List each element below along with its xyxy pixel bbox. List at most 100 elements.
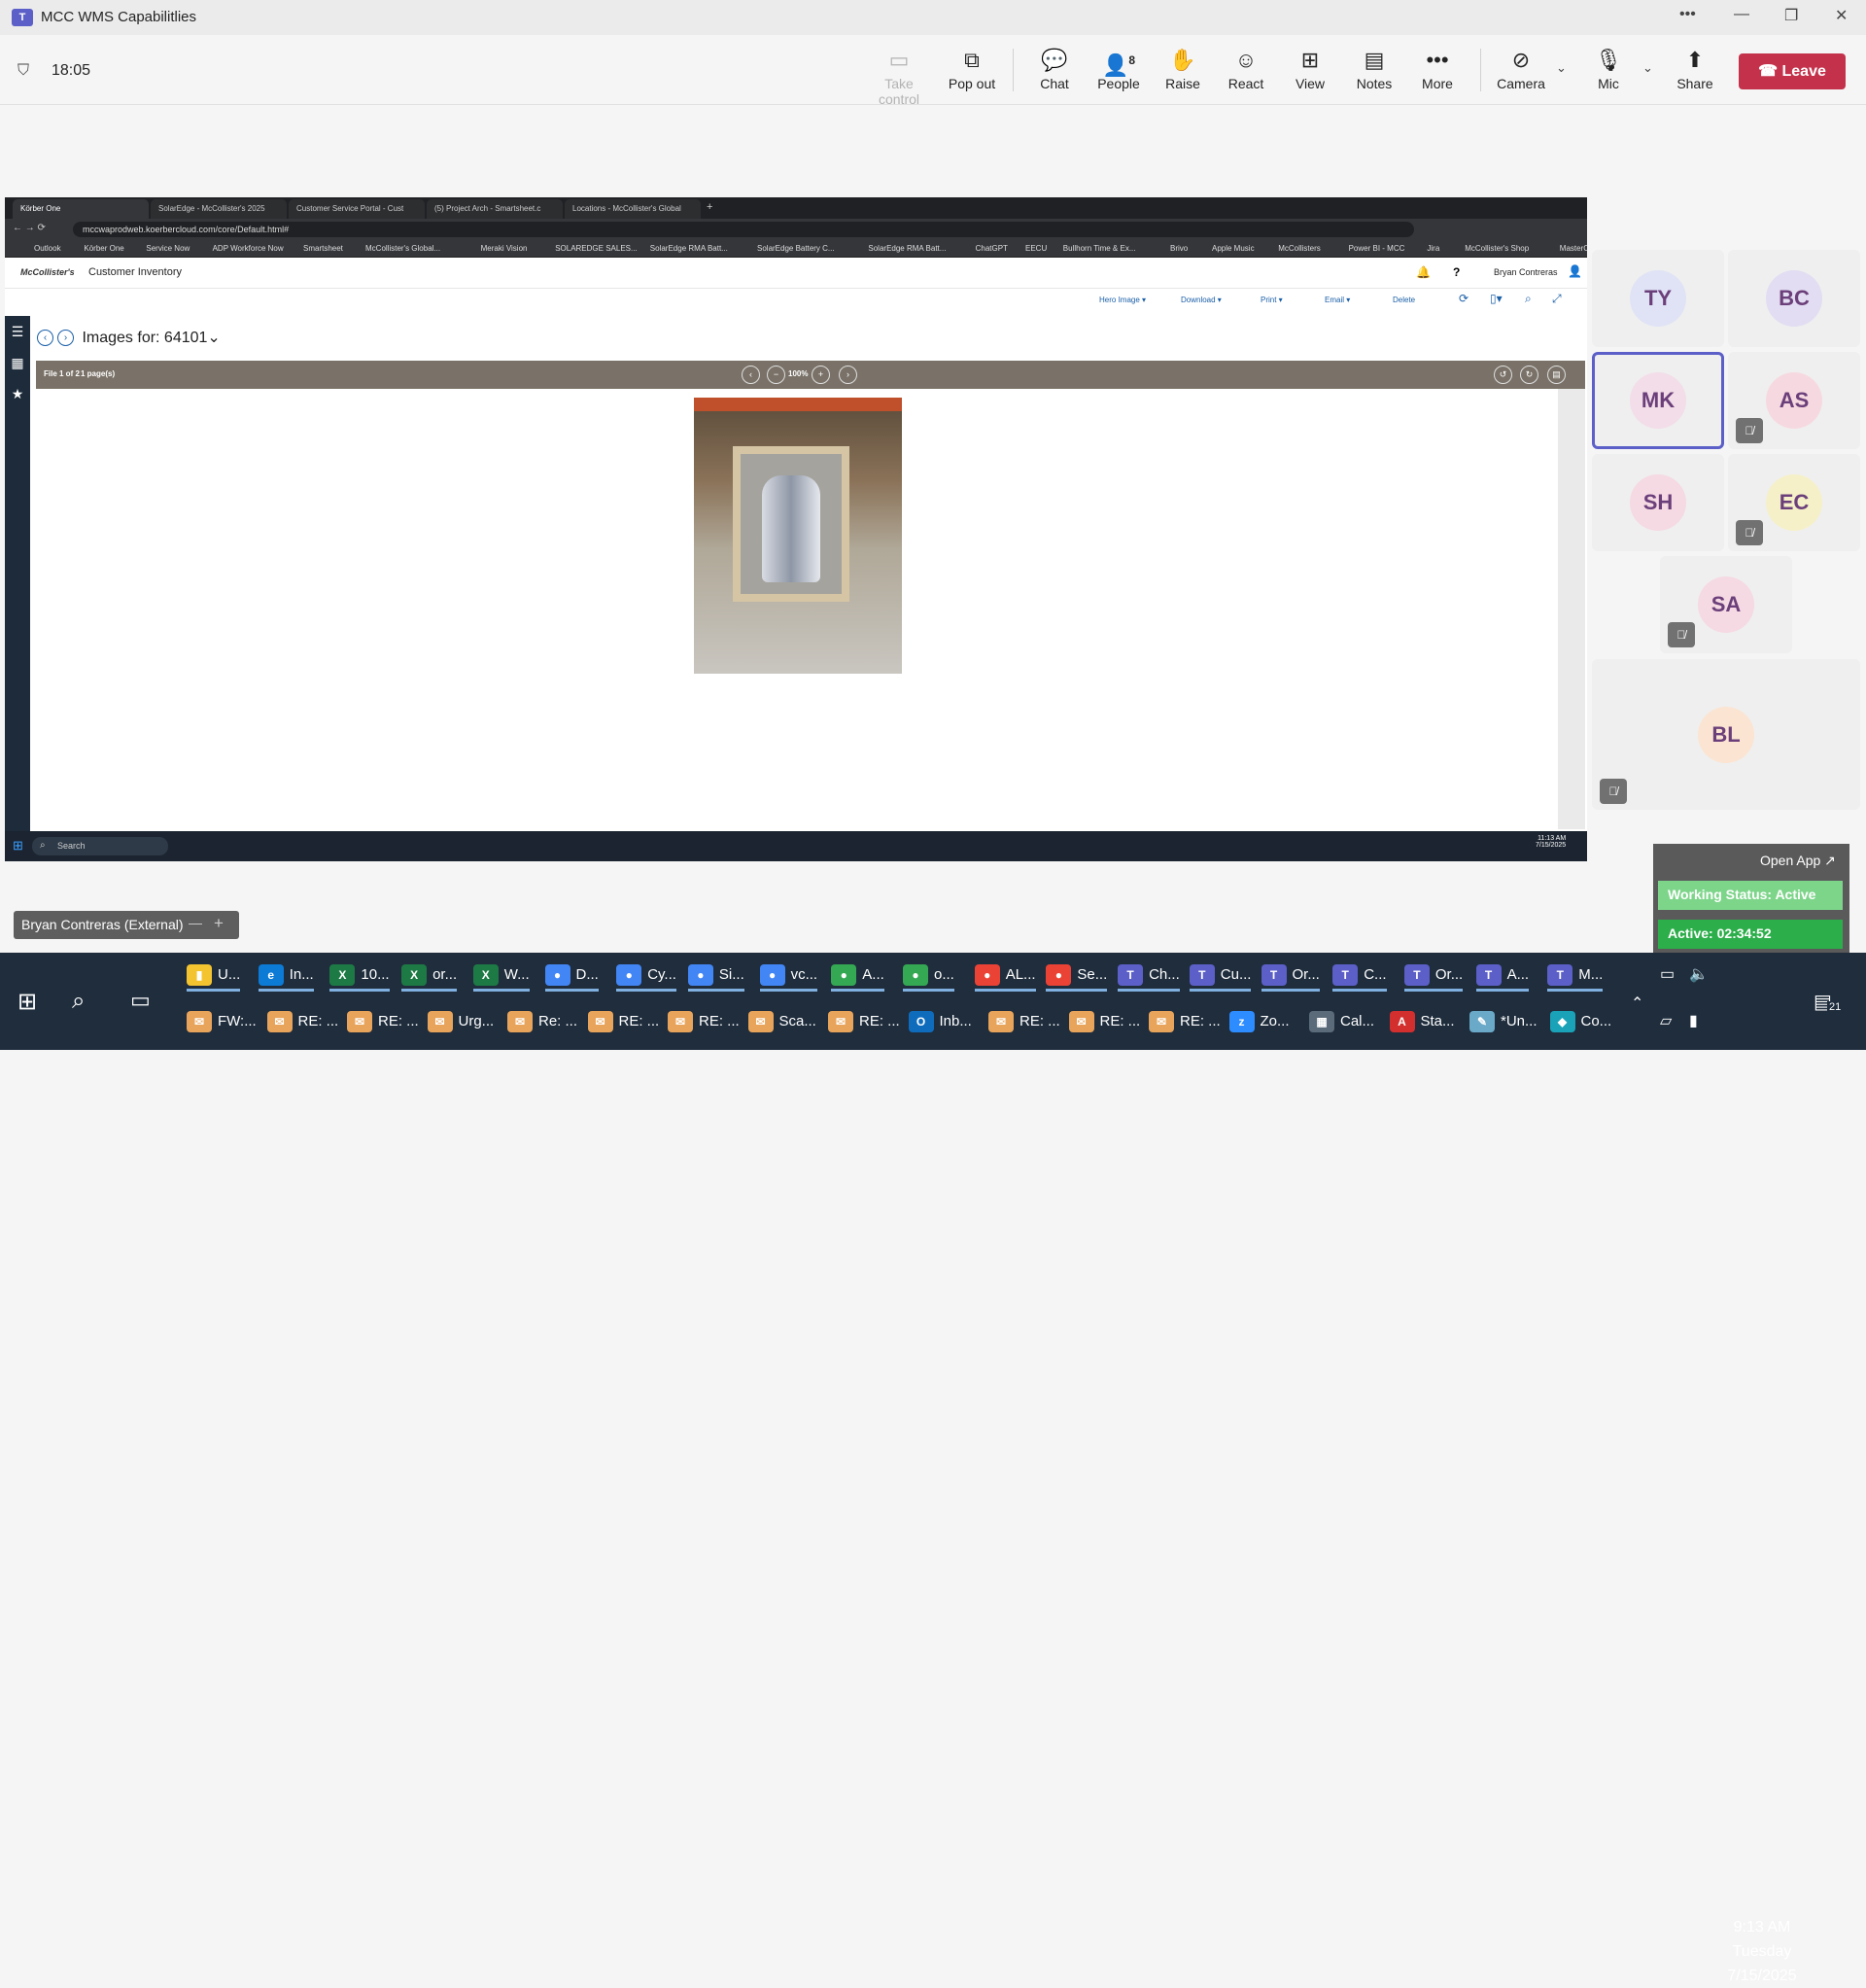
take-control-button[interactable]: ▭ Take control bbox=[868, 47, 930, 107]
view-button[interactable]: ⊞ View bbox=[1279, 47, 1341, 91]
prev-record-icon[interactable]: ‹ bbox=[37, 330, 53, 347]
bookmark-item[interactable]: Apple Music bbox=[1212, 244, 1255, 253]
print-button[interactable]: Print ▾ bbox=[1261, 296, 1283, 304]
taskbar-app-button[interactable]: ✉ RE: ... bbox=[1068, 1003, 1140, 1038]
bookmark-item[interactable]: McCollister's Global... bbox=[365, 244, 440, 253]
participant-tile[interactable]: MK bbox=[1592, 352, 1724, 449]
hamburger-icon[interactable]: ☰ bbox=[5, 324, 30, 347]
windows-start-icon[interactable]: ⊞ bbox=[13, 838, 23, 854]
browser-tab[interactable]: SolarEdge - McCollister's 2025 bbox=[151, 199, 287, 219]
open-app-link[interactable]: Open App ↗ bbox=[1760, 853, 1836, 869]
speaker-icon[interactable]: 🔈 bbox=[1689, 964, 1709, 984]
system-clock[interactable]: 9:13 AM Tuesday 7/15/2025 bbox=[1718, 1915, 1806, 1988]
battery-icon[interactable]: ▭ bbox=[1660, 964, 1675, 984]
images-title[interactable]: Images for: 64101 bbox=[82, 330, 207, 346]
raise-hand-button[interactable]: ✋ Raise bbox=[1152, 47, 1214, 91]
taskbar-app-button[interactable]: ✉ RE: ... bbox=[988, 1003, 1060, 1038]
thumbnails-icon[interactable]: ▤ bbox=[1547, 366, 1566, 384]
taskbar-app-button[interactable]: X W... bbox=[472, 957, 530, 992]
taskbar-app-button[interactable]: Xor... bbox=[401, 957, 458, 992]
more-options-icon[interactable]: ••• bbox=[1679, 6, 1696, 23]
apps-grid-icon[interactable]: ▦ bbox=[5, 355, 30, 378]
email-button[interactable]: Email ▾ bbox=[1325, 296, 1350, 304]
bookmark-item[interactable]: Service Now bbox=[146, 244, 190, 253]
prev-page-icon[interactable]: ‹ bbox=[742, 366, 760, 384]
bookmark-item[interactable]: Jira bbox=[1427, 244, 1439, 253]
hero-image-button[interactable]: Hero Image ▾ bbox=[1099, 296, 1146, 304]
show-hidden-icons-icon[interactable]: ⌃ bbox=[1631, 994, 1643, 1013]
bookmark-item[interactable]: ADP Workforce Now bbox=[213, 244, 284, 253]
taskbar-app-button[interactable]: T C... bbox=[1332, 957, 1387, 992]
bookmark-item[interactable]: MasterControl bbox=[1560, 244, 1587, 253]
minus-icon[interactable]: — bbox=[189, 915, 202, 930]
url-input[interactable]: mccwaprodweb.koerbercloud.com/core/Defau… bbox=[73, 222, 1414, 237]
taskbar-app-button[interactable]: ● vc... bbox=[759, 957, 818, 992]
taskbar-app-button[interactable]: ✉ FW:... bbox=[187, 1003, 257, 1038]
react-button[interactable]: ☺ React bbox=[1215, 47, 1277, 91]
download-button[interactable]: Download ▾ bbox=[1181, 296, 1222, 304]
taskbar-app-button[interactable]: e In... bbox=[258, 957, 314, 992]
participant-tile[interactable]: BC bbox=[1728, 250, 1860, 347]
taskbar-app-button[interactable]: ✉ RE: ... bbox=[587, 1003, 659, 1038]
camera-button[interactable]: ⊘ Camera bbox=[1490, 47, 1552, 91]
search-icon[interactable]: ⌕ bbox=[1525, 292, 1532, 306]
browser-tab[interactable]: Körber One bbox=[13, 199, 149, 219]
mic-tray-icon[interactable]: ▮ bbox=[1689, 1011, 1698, 1030]
participant-tile[interactable]: TY bbox=[1592, 250, 1724, 347]
taskbar-app-button[interactable]: ● o... bbox=[903, 957, 954, 992]
taskbar-app-button[interactable]: ● Si... bbox=[687, 957, 744, 992]
taskbar-app-button[interactable]: T Or... bbox=[1261, 957, 1320, 992]
viewer-scrollbar[interactable] bbox=[1558, 389, 1585, 829]
rotate-right-icon[interactable]: ↻ bbox=[1520, 366, 1538, 384]
bookmark-item[interactable]: SolarEdge Battery C... bbox=[757, 244, 835, 253]
taskbar-app-button[interactable]: ✉ RE: ... bbox=[266, 1003, 338, 1038]
taskbar-app-button[interactable]: T A... bbox=[1475, 957, 1530, 992]
next-record-icon[interactable]: › bbox=[57, 330, 74, 347]
taskbar-app-button[interactable]: ● AL... bbox=[974, 957, 1036, 992]
taskbar-app-button[interactable]: ● Cy... bbox=[616, 957, 676, 992]
bookmark-item[interactable]: SolarEdge RMA Batt... bbox=[868, 244, 946, 253]
share-button[interactable]: ⬆ Share bbox=[1664, 47, 1726, 91]
taskbar-app-button[interactable]: ● D... bbox=[544, 957, 599, 992]
taskbar-app-button[interactable]: ◆ Co... bbox=[1549, 1003, 1611, 1038]
chevron-down-icon[interactable]: ⌄ bbox=[207, 330, 220, 346]
restore-icon[interactable]: ❐ bbox=[1784, 6, 1798, 25]
bookmark-item[interactable]: Brivo bbox=[1170, 244, 1188, 253]
camera-options-chevron-icon[interactable]: ⌄ bbox=[1556, 60, 1567, 76]
bell-icon[interactable]: 🔔 bbox=[1416, 265, 1431, 279]
bookmark-item[interactable]: Bullhorn Time & Ex... bbox=[1063, 244, 1136, 253]
bookmark-item[interactable]: McCollisters bbox=[1278, 244, 1321, 253]
bookmark-item[interactable]: EECU bbox=[1025, 244, 1047, 253]
taskbar-app-button[interactable]: ✎ *Un... bbox=[1469, 1003, 1538, 1038]
display-icon[interactable]: ▱ bbox=[1660, 1011, 1672, 1030]
browser-tab[interactable]: Locations - McCollister's Global bbox=[565, 199, 701, 219]
taskbar-app-button[interactable]: ● A... bbox=[831, 957, 884, 992]
minimize-icon[interactable]: — bbox=[1734, 6, 1749, 23]
taskbar-app-button[interactable]: ✉ RE: ... bbox=[828, 1003, 900, 1038]
close-icon[interactable]: ✕ bbox=[1835, 6, 1848, 25]
bookmark-item[interactable]: Körber One bbox=[84, 244, 123, 253]
bookmark-item[interactable]: McCollister's Shop bbox=[1465, 244, 1529, 253]
taskbar-app-button[interactable]: ✉ RE: ... bbox=[347, 1003, 419, 1038]
user-avatar-icon[interactable]: 👤 bbox=[1568, 264, 1582, 278]
task-view-icon[interactable]: ▭ bbox=[130, 988, 151, 1013]
refresh-icon[interactable]: ⟳ bbox=[1459, 292, 1469, 305]
delete-button[interactable]: Delete bbox=[1393, 296, 1415, 304]
participant-tile[interactable]: EC 🎙̸ bbox=[1728, 454, 1860, 551]
bookmark-item[interactable]: Meraki Vision bbox=[481, 244, 528, 253]
taskbar-app-button[interactable]: ✉ Re: ... bbox=[507, 1003, 577, 1038]
taskbar-app-button[interactable]: ✉ RE: ... bbox=[668, 1003, 740, 1038]
taskbar-app-button[interactable]: T Or... bbox=[1403, 957, 1464, 992]
windows-start-icon[interactable]: ⊞ bbox=[17, 988, 37, 1016]
plus-icon[interactable]: + bbox=[214, 914, 224, 933]
back-arrow-icon[interactable]: ← → ⟳ bbox=[13, 223, 46, 233]
chat-button[interactable]: 💬 Chat bbox=[1023, 47, 1086, 91]
participant-tile[interactable]: SA 🎙̸ bbox=[1660, 556, 1792, 653]
next-page-icon[interactable]: › bbox=[839, 366, 857, 384]
bookmark-item[interactable]: SolarEdge RMA Batt... bbox=[650, 244, 728, 253]
bookmark-item[interactable]: SOLAREDGE SALES... bbox=[555, 244, 637, 253]
pop-out-button[interactable]: ⧉ Pop out bbox=[941, 47, 1003, 91]
bookmark-item[interactable]: Power BI - MCC bbox=[1349, 244, 1405, 253]
participant-tile[interactable]: AS 🎙̸ bbox=[1728, 352, 1860, 449]
zoom-in-icon[interactable]: + bbox=[812, 366, 830, 384]
